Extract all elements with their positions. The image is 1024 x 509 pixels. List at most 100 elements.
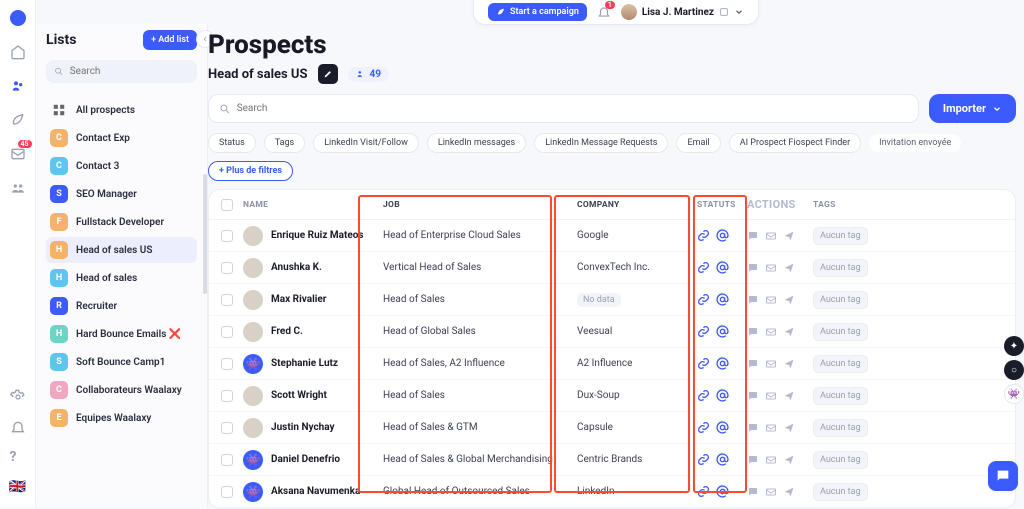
- message-action-icon[interactable]: [747, 486, 759, 498]
- link-status-icon[interactable]: [697, 293, 710, 306]
- mail-action-icon[interactable]: [765, 454, 777, 466]
- send-action-icon[interactable]: [783, 358, 795, 370]
- list-options-button[interactable]: [318, 64, 338, 84]
- campaigns-icon[interactable]: [10, 112, 26, 128]
- link-status-icon[interactable]: [697, 357, 710, 370]
- table-row[interactable]: Max Rivalier Head of Sales No data Aucun…: [209, 284, 1015, 316]
- email-status-icon[interactable]: [716, 357, 729, 370]
- start-campaign-button[interactable]: Start a campaign: [488, 3, 587, 21]
- user-menu[interactable]: Lisa J. Martinez: [621, 4, 744, 20]
- email-status-icon[interactable]: [716, 453, 729, 466]
- send-action-icon[interactable]: [783, 390, 795, 402]
- col-status[interactable]: STATUTS: [693, 200, 747, 210]
- email-status-icon[interactable]: [716, 261, 729, 274]
- filter-invitation-sent[interactable]: Invitation envoyée: [869, 134, 961, 152]
- link-status-icon[interactable]: [697, 421, 710, 434]
- sidebar-item[interactable]: EEquipes Waalaxy: [46, 405, 197, 431]
- help-icon[interactable]: ?: [10, 449, 26, 465]
- email-status-icon[interactable]: [716, 485, 729, 498]
- message-action-icon[interactable]: [747, 294, 759, 306]
- sidebar-item[interactable]: FFullstack Developer: [46, 209, 197, 235]
- message-action-icon[interactable]: [747, 230, 759, 242]
- sidebar-item[interactable]: SSoft Bounce Camp1: [46, 349, 197, 375]
- email-status-icon[interactable]: [716, 293, 729, 306]
- tag-button[interactable]: Aucun tag: [813, 451, 868, 469]
- float-dark-2[interactable]: ○: [1004, 360, 1024, 380]
- link-status-icon[interactable]: [697, 389, 710, 402]
- main-search-input[interactable]: [237, 103, 908, 114]
- home-icon[interactable]: [10, 44, 26, 60]
- message-action-icon[interactable]: [747, 358, 759, 370]
- table-row[interactable]: 👾Aksana Navumenka Global Head of Outsour…: [209, 476, 1015, 508]
- language-flag[interactable]: 🇬🇧: [9, 479, 26, 495]
- float-dark-1[interactable]: ✦: [1004, 336, 1024, 356]
- table-row[interactable]: Justin Nychay Head of Sales & GTM Capsul…: [209, 412, 1015, 444]
- table-row[interactable]: 👾Stephanie Lutz Head of Sales, A2 Influe…: [209, 348, 1015, 380]
- table-row[interactable]: 👾Daniel Denefrio Head of Sales & Global …: [209, 444, 1015, 476]
- sidebar-item[interactable]: HHard Bounce Emails ❌: [46, 321, 197, 347]
- filter-pill[interactable]: LinkedIn Visit/Follow: [313, 133, 419, 153]
- tag-button[interactable]: Aucun tag: [813, 355, 868, 373]
- table-row[interactable]: Scott Wright Head of Sales Dux-Soup Aucu…: [209, 380, 1015, 412]
- mail-action-icon[interactable]: [765, 230, 777, 242]
- col-name[interactable]: NAME: [243, 200, 383, 210]
- message-action-icon[interactable]: [747, 390, 759, 402]
- row-checkbox[interactable]: [221, 486, 233, 498]
- more-filters-button[interactable]: + Plus de filtres: [208, 161, 293, 181]
- member-count-pill[interactable]: 49: [348, 67, 389, 82]
- row-checkbox[interactable]: [221, 262, 233, 274]
- row-checkbox[interactable]: [221, 294, 233, 306]
- tag-button[interactable]: Aucun tag: [813, 227, 868, 245]
- sidebar-search-input[interactable]: [70, 66, 189, 77]
- mail-action-icon[interactable]: [765, 422, 777, 434]
- table-row[interactable]: Fred C. Head of Global Sales Veesual Auc…: [209, 316, 1015, 348]
- settings-icon[interactable]: [10, 389, 26, 405]
- sidebar-item[interactable]: CContact Exp: [46, 125, 197, 151]
- email-status-icon[interactable]: [716, 325, 729, 338]
- inbox-icon[interactable]: 45: [10, 146, 26, 162]
- link-status-icon[interactable]: [697, 325, 710, 338]
- table-row[interactable]: Anushka K. Vertical Head of Sales Convex…: [209, 252, 1015, 284]
- chat-widget-button[interactable]: [988, 461, 1018, 491]
- sidebar-item[interactable]: CContact 3: [46, 153, 197, 179]
- email-status-icon[interactable]: [716, 421, 729, 434]
- table-row[interactable]: Enrique Ruiz Mateos Head of Enterprise C…: [209, 220, 1015, 252]
- import-button[interactable]: Importer: [929, 94, 1016, 123]
- mail-action-icon[interactable]: [765, 486, 777, 498]
- link-status-icon[interactable]: [697, 485, 710, 498]
- email-status-icon[interactable]: [716, 389, 729, 402]
- col-company[interactable]: COMPANY: [577, 200, 693, 210]
- send-action-icon[interactable]: [783, 454, 795, 466]
- row-checkbox[interactable]: [221, 454, 233, 466]
- send-action-icon[interactable]: [783, 294, 795, 306]
- filter-pill[interactable]: LinkedIn Message Requests: [534, 133, 668, 153]
- link-status-icon[interactable]: [697, 261, 710, 274]
- mail-action-icon[interactable]: [765, 294, 777, 306]
- filter-pill[interactable]: Email: [676, 133, 720, 153]
- sidebar-item[interactable]: SSEO Manager: [46, 181, 197, 207]
- prospects-icon[interactable]: [10, 78, 26, 94]
- message-action-icon[interactable]: [747, 262, 759, 274]
- send-action-icon[interactable]: [783, 422, 795, 434]
- row-checkbox[interactable]: [221, 230, 233, 242]
- app-logo[interactable]: [10, 10, 26, 26]
- sidebar-item[interactable]: CCollaborateurs Waalaxy: [46, 377, 197, 403]
- row-checkbox[interactable]: [221, 422, 233, 434]
- email-status-icon[interactable]: [716, 229, 729, 242]
- send-action-icon[interactable]: [783, 262, 795, 274]
- send-action-icon[interactable]: [783, 326, 795, 338]
- row-checkbox[interactable]: [221, 358, 233, 370]
- message-action-icon[interactable]: [747, 454, 759, 466]
- filter-pill[interactable]: Status: [208, 133, 256, 153]
- filter-pill[interactable]: Tags: [264, 133, 305, 153]
- message-action-icon[interactable]: [747, 326, 759, 338]
- tag-button[interactable]: Aucun tag: [813, 419, 868, 437]
- col-job[interactable]: JOB: [383, 200, 577, 210]
- send-action-icon[interactable]: [783, 486, 795, 498]
- notif-bell-icon[interactable]: 1: [597, 5, 611, 19]
- row-checkbox[interactable]: [221, 326, 233, 338]
- main-search[interactable]: [208, 94, 919, 123]
- notifications-icon[interactable]: [10, 419, 26, 435]
- sidebar-scrollbar[interactable]: [203, 174, 207, 294]
- link-status-icon[interactable]: [697, 229, 710, 242]
